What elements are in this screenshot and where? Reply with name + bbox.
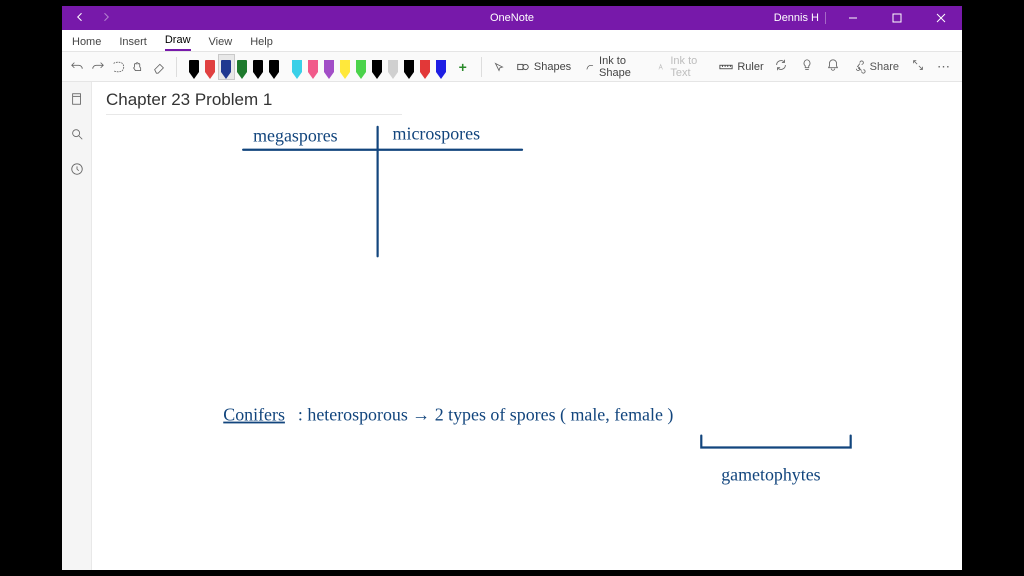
highlighter-tool[interactable] (418, 55, 433, 79)
pen-tool[interactable] (267, 55, 282, 79)
user-name[interactable]: Dennis H (774, 12, 826, 24)
eraser-icon[interactable] (152, 57, 166, 77)
highlighter-tool[interactable] (354, 55, 369, 79)
shapes-button[interactable]: Shapes (512, 60, 575, 74)
redo-icon[interactable] (90, 57, 104, 77)
tab-insert[interactable]: Insert (119, 36, 147, 51)
lightbulb-icon[interactable] (800, 58, 814, 75)
add-pen-button[interactable]: + (455, 59, 471, 75)
ink-to-shape-button[interactable]: Ink to Shape (581, 55, 646, 79)
ink-text: megaspores (253, 126, 338, 146)
back-icon[interactable] (74, 11, 86, 26)
pen-tool[interactable] (203, 55, 218, 79)
close-button[interactable] (924, 6, 958, 30)
forward-icon[interactable] (100, 11, 112, 26)
minimize-button[interactable] (836, 6, 870, 30)
highlighter-tool[interactable] (434, 55, 449, 79)
highlighter-tool[interactable] (322, 55, 337, 79)
pen-tool[interactable] (219, 55, 234, 79)
sidebar (62, 82, 92, 570)
ink-to-shape-label: Ink to Shape (599, 55, 642, 79)
highlighter-tool[interactable] (370, 55, 385, 79)
pen-tool[interactable] (235, 55, 250, 79)
maximize-button[interactable] (880, 6, 914, 30)
separator (176, 57, 177, 77)
page-canvas[interactable]: Chapter 23 Problem 1 megaspores microspo… (92, 82, 962, 570)
recent-icon[interactable] (70, 162, 84, 181)
ink-text: microspores (393, 124, 481, 144)
app-title: OneNote (490, 12, 534, 24)
pen-gallery (187, 55, 449, 79)
undo-icon[interactable] (70, 57, 84, 77)
tab-home[interactable]: Home (72, 36, 101, 51)
highlighter-tool[interactable] (306, 55, 321, 79)
highlighter-tool[interactable] (290, 55, 305, 79)
onenote-window: OneNote Dennis H Home Insert Draw View H… (62, 6, 962, 570)
tab-view[interactable]: View (209, 36, 233, 51)
tab-draw[interactable]: Draw (165, 34, 191, 51)
ruler-label: Ruler (737, 61, 763, 73)
sync-icon[interactable] (774, 58, 788, 75)
menubar: Home Insert Draw View Help (62, 30, 962, 52)
shapes-label: Shapes (534, 61, 571, 73)
fullscreen-icon[interactable] (911, 58, 925, 75)
ruler-button[interactable]: Ruler (715, 60, 767, 74)
notification-icon[interactable] (826, 58, 840, 75)
ink-to-text-button: Ink to Text (653, 55, 710, 79)
notebooks-icon[interactable] (70, 92, 84, 111)
ink-text: Conifers (223, 405, 285, 425)
search-icon[interactable] (70, 127, 84, 146)
draw-toolbar: + Shapes Ink to Shape Ink to Text Ruler … (62, 52, 962, 82)
share-label: Share (870, 61, 899, 73)
panning-hand-icon[interactable] (131, 57, 145, 77)
ink-to-text-label: Ink to Text (670, 55, 705, 79)
pen-tool[interactable] (251, 55, 266, 79)
pen-tool[interactable] (187, 55, 202, 79)
titlebar: OneNote Dennis H (62, 6, 962, 30)
ink-text: : heterosporous → 2 types of spores ( ma… (298, 405, 673, 426)
more-icon[interactable]: ⋯ (937, 59, 950, 75)
ink-layer: megaspores microspores Conifers : hetero… (92, 82, 962, 570)
share-button[interactable]: Share (852, 60, 899, 74)
highlighter-tool[interactable] (386, 55, 401, 79)
ink-selection-icon[interactable] (492, 57, 506, 77)
tab-help[interactable]: Help (250, 36, 273, 51)
separator (481, 57, 482, 77)
lasso-select-icon[interactable] (111, 57, 125, 77)
highlighter-tool[interactable] (402, 55, 417, 79)
ink-text: gametophytes (721, 464, 820, 484)
highlighter-tool[interactable] (338, 55, 353, 79)
